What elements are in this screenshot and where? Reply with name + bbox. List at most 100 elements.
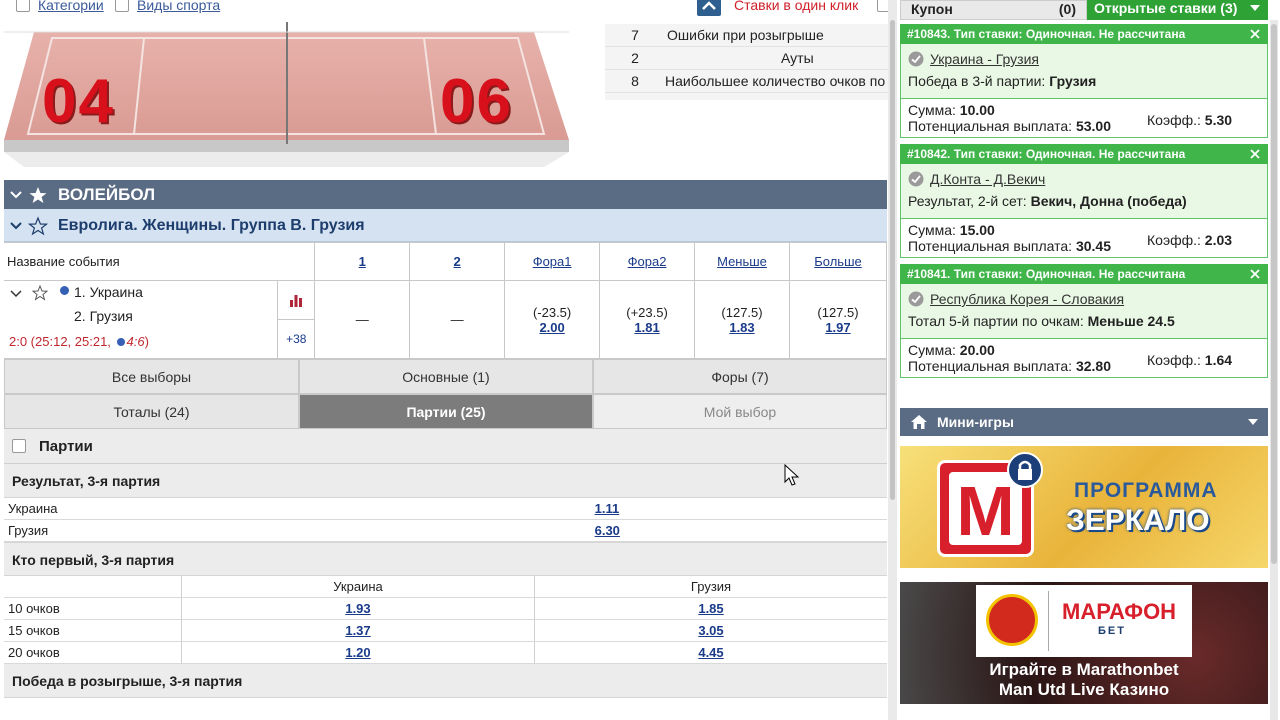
sum-label: Сумма: bbox=[908, 222, 960, 238]
bet-event-link[interactable]: Д.Конта - Д.Векич bbox=[930, 171, 1045, 187]
selection-odds[interactable]: 1.37 bbox=[345, 623, 370, 638]
league-header[interactable]: Евролига. Женщины. Группа B. Грузия bbox=[4, 209, 887, 242]
selection-odds[interactable]: 1.20 bbox=[345, 645, 370, 660]
star-outline-icon[interactable] bbox=[28, 209, 48, 242]
close-icon[interactable] bbox=[1250, 29, 1260, 39]
tab-sets[interactable]: Партии (25) bbox=[299, 394, 593, 429]
sport-header[interactable]: ВОЛЕЙБОЛ bbox=[4, 180, 887, 209]
bet-selection-value: Векич, Донна (победа) bbox=[1030, 193, 1187, 209]
bet-header-text: #10842. Тип ставки: Одиночная. Не рассчи… bbox=[907, 147, 1186, 161]
coef-label: Коэфф.: bbox=[1147, 352, 1205, 368]
marathon-logo-box: МАРАФОН БЕТ bbox=[976, 585, 1192, 657]
payout-value: 32.80 bbox=[1075, 358, 1111, 374]
tab-foras[interactable]: Форы (7) bbox=[593, 359, 887, 394]
stat-label: Наибольшее количество очков по bbox=[665, 73, 886, 89]
right-scrollbar-thumb[interactable] bbox=[1271, 24, 1277, 564]
section-checkbox[interactable] bbox=[12, 439, 26, 453]
right-panel: Купон (0) Открытые ставки (3) #10843. Ти… bbox=[900, 0, 1268, 720]
more-markets-button[interactable]: +38 bbox=[278, 320, 314, 358]
check-circle-icon bbox=[908, 291, 924, 307]
bet-selection-label: Результат, 2-й сет: bbox=[908, 193, 1031, 209]
section-title: Партии bbox=[39, 437, 93, 455]
score-text: 2:0 (25:12, 25:21, bbox=[9, 334, 115, 349]
tab-main[interactable]: Основные (1) bbox=[299, 359, 593, 394]
payout-label: Потенциальная выплата: bbox=[908, 118, 1076, 134]
home-icon bbox=[911, 415, 927, 429]
selection-odds[interactable]: 6.30 bbox=[595, 523, 620, 538]
market-tabs: Все выборы Основные (1) Форы (7) Тоталы … bbox=[4, 359, 887, 429]
less-odds[interactable]: 1.83 bbox=[695, 320, 789, 335]
bet-event-link[interactable]: Республика Корея - Словакия bbox=[930, 291, 1124, 307]
tab-totals[interactable]: Тоталы (24) bbox=[4, 394, 299, 429]
chevron-down-icon[interactable] bbox=[4, 180, 28, 209]
bet-summary: Сумма: 20.00 Потенциальная выплата: 32.8… bbox=[900, 338, 1268, 378]
mirror-banner[interactable]: M ПРОГРАММА ЗЕРКАЛО bbox=[900, 446, 1268, 568]
fora2-cell[interactable]: (+23.5) 1.81 bbox=[599, 280, 696, 359]
selection-name: 20 очков bbox=[4, 642, 182, 663]
event-cell[interactable]: 1. Украина 2. Грузия 2:0 (25:12, 25:21, … bbox=[4, 280, 279, 359]
col-less-header[interactable]: Меньше bbox=[717, 254, 767, 269]
collapse-button[interactable] bbox=[697, 0, 721, 16]
sports-checkbox[interactable] bbox=[115, 0, 129, 12]
selection-odds[interactable]: 1.93 bbox=[345, 601, 370, 616]
categories-link[interactable]: Категории bbox=[38, 0, 104, 13]
col-event-header: Название события bbox=[4, 242, 316, 281]
fora1-cell[interactable]: (-23.5) 2.00 bbox=[504, 280, 601, 359]
marathon-banner[interactable]: МАРАФОН БЕТ Играйте в Marathonbet Man Ut… bbox=[900, 582, 1268, 704]
caret-down-icon bbox=[1248, 419, 1258, 425]
bet-list: #10843. Тип ставки: Одиночная. Не рассчи… bbox=[900, 24, 1268, 378]
bet-header: #10842. Тип ставки: Одиночная. Не рассчи… bbox=[900, 144, 1268, 164]
close-icon[interactable] bbox=[1250, 149, 1260, 159]
payout-label: Потенциальная выплата: bbox=[908, 238, 1076, 254]
selection-odds[interactable]: 3.05 bbox=[698, 623, 723, 638]
main-scrollbar-thumb[interactable] bbox=[890, 20, 895, 500]
sum-value: 20.00 bbox=[959, 342, 995, 358]
col-b-header: Грузия bbox=[690, 579, 732, 594]
selection-odds[interactable]: 1.85 bbox=[698, 601, 723, 616]
col-fora1-header[interactable]: Фора1 bbox=[533, 254, 572, 269]
selection-odds[interactable]: 4.45 bbox=[698, 645, 723, 660]
match-stats: 7 Ошибки при розыгрыше 2 Ауты 8 Наибольшее … bbox=[605, 24, 888, 100]
odds-2-cell: — bbox=[409, 280, 506, 359]
categories-checkbox[interactable] bbox=[16, 0, 30, 12]
stat-row: 8 Наибольшее количество очков по bbox=[605, 70, 888, 93]
col-more-header[interactable]: Больше bbox=[814, 254, 862, 269]
tab-my-choice[interactable]: Мой выбор bbox=[593, 394, 887, 429]
stat-value: 8 bbox=[631, 73, 639, 89]
col-2-header[interactable]: 2 bbox=[454, 254, 461, 269]
col-fora2-header[interactable]: Фора2 bbox=[628, 254, 667, 269]
more-odds[interactable]: 1.97 bbox=[790, 320, 886, 335]
event-row: 1. Украина 2. Грузия 2:0 (25:12, 25:21, … bbox=[4, 280, 888, 359]
bet-summary: Сумма: 10.00 Потенциальная выплата: 53.0… bbox=[900, 98, 1268, 138]
bet-event-link[interactable]: Украина - Грузия bbox=[930, 51, 1039, 67]
bet-selection-value: Меньше 24.5 bbox=[1087, 313, 1175, 329]
coef-label: Коэфф.: bbox=[1147, 112, 1205, 128]
selection-odds[interactable]: 1.11 bbox=[595, 501, 620, 516]
minigames-header[interactable]: Мини-игры bbox=[900, 408, 1268, 436]
more-line: (127.5) bbox=[817, 304, 859, 320]
star-outline-icon[interactable] bbox=[32, 285, 48, 301]
tab-coupon[interactable]: Купон (0) bbox=[900, 0, 1087, 20]
market-title: Результат, 3-я партия bbox=[4, 464, 887, 498]
star-icon[interactable] bbox=[28, 180, 48, 209]
less-cell[interactable]: (127.5) 1.83 bbox=[694, 280, 790, 359]
coupon-label: Купон bbox=[911, 1, 953, 17]
selection-name: 10 очков bbox=[4, 598, 182, 619]
section-header: Партии bbox=[4, 429, 887, 464]
chevron-down-icon[interactable] bbox=[8, 285, 24, 301]
tab-all[interactable]: Все выборы bbox=[4, 359, 299, 394]
banner2-sub: БЕТ bbox=[1098, 625, 1126, 637]
bet-selection-label: Победа в 3-й партии: bbox=[908, 73, 1050, 89]
market-subheader: Украина Грузия bbox=[4, 576, 887, 598]
close-icon[interactable] bbox=[1250, 269, 1260, 279]
more-cell[interactable]: (127.5) 1.97 bbox=[788, 280, 888, 359]
fora2-odds[interactable]: 1.81 bbox=[600, 320, 694, 335]
serve-indicator-icon bbox=[60, 286, 69, 295]
sports-link[interactable]: Виды спорта bbox=[137, 0, 220, 13]
tab-open-bets[interactable]: Открытые ставки (3) bbox=[1087, 0, 1268, 20]
fora1-odds[interactable]: 2.00 bbox=[505, 320, 599, 335]
stats-button[interactable] bbox=[278, 281, 315, 320]
col-1-header[interactable]: 1 bbox=[359, 254, 366, 269]
chevron-down-icon[interactable] bbox=[4, 209, 28, 242]
sum-value: 15.00 bbox=[959, 222, 995, 238]
